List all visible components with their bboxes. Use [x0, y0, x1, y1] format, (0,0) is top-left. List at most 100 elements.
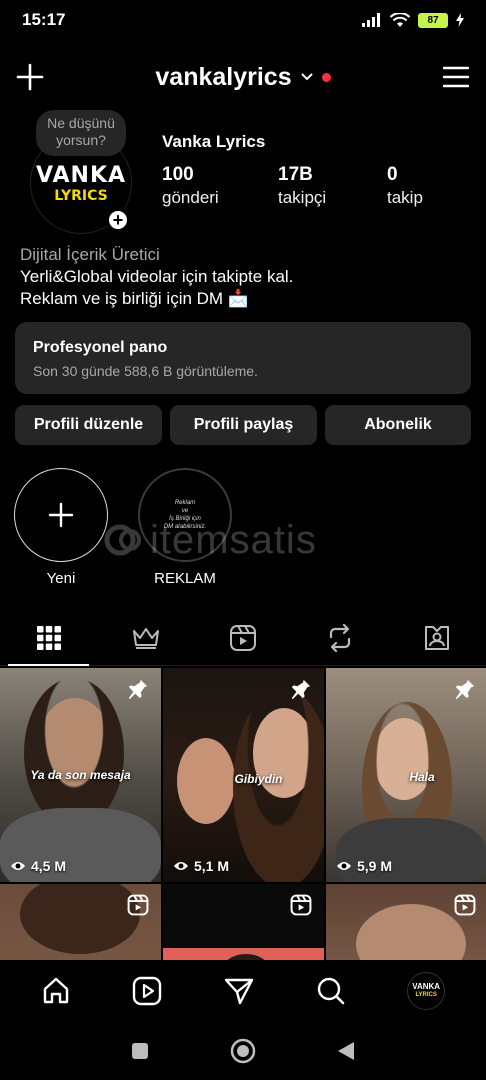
username: vankalyrics — [155, 62, 292, 91]
posts-count: 100 — [162, 164, 194, 185]
notification-dot — [321, 72, 331, 82]
watermark-text: itemsatis — [150, 517, 317, 562]
recents-icon[interactable] — [130, 1041, 150, 1061]
subscription-button[interactable]: Abonelik — [325, 405, 471, 445]
bio-line: Reklam ve iş birliği için DM 📩 — [20, 289, 249, 308]
category-label: Dijital İçerik Üretici — [20, 245, 160, 264]
avatar-logo-line2: LYRICS — [54, 187, 108, 204]
eye-icon — [337, 862, 351, 870]
grid-icon — [36, 625, 61, 650]
bio: Dijital İçerik Üretici Yerli&Global vide… — [20, 244, 470, 310]
dashboard-subtitle: Son 30 günde 588,6 B görüntüleme. — [33, 363, 258, 379]
thumbnail-image — [356, 904, 466, 960]
pin-icon — [128, 679, 148, 700]
create-plus-icon[interactable] — [16, 63, 44, 91]
direct-message-icon[interactable] — [224, 976, 254, 1006]
signal-icon — [362, 13, 380, 27]
professional-dashboard[interactable]: Profesyonel pano Son 30 günde 588,6 B gö… — [15, 322, 471, 394]
eye-icon — [11, 862, 25, 870]
view-count-text: 5,1 M — [194, 858, 230, 874]
pin-icon — [455, 679, 475, 700]
view-count-text: 5,9 M — [357, 858, 393, 874]
tab-subscriptions[interactable] — [97, 610, 194, 665]
profile-actions: Profili düzenle Profili paylaş Abonelik — [15, 405, 471, 445]
tab-reposts[interactable] — [292, 610, 389, 665]
following-label: takip — [387, 188, 423, 207]
chevron-down-icon — [300, 73, 313, 81]
crown-icon — [132, 627, 159, 649]
share-profile-button[interactable]: Profili paylaş — [170, 405, 317, 445]
repost-icon — [330, 623, 351, 652]
nav-avatar-line1: VANKA — [412, 982, 441, 991]
new-highlight-circle — [14, 468, 108, 562]
following-stat[interactable]: 0 takip — [387, 164, 467, 208]
charging-icon — [456, 13, 464, 27]
add-story-icon[interactable]: + — [106, 208, 130, 232]
bio-line: Yerli&Global videolar için takipte kal. — [20, 267, 294, 286]
display-name: Vanka Lyrics — [162, 132, 266, 151]
post-thumbnail[interactable] — [326, 884, 486, 960]
reel-icon — [127, 894, 149, 916]
post-caption: Hala — [409, 770, 435, 784]
tab-tagged[interactable] — [389, 610, 486, 665]
view-count-text: 4,5 M — [31, 858, 67, 874]
status-icons: 87 — [362, 12, 464, 28]
highlight-label: REKLAM — [154, 570, 216, 587]
status-time: 15:17 — [22, 10, 66, 29]
profile-header: vankalyrics — [0, 56, 486, 98]
posts-label: gönderi — [162, 188, 219, 207]
posts-grid: Ya da son mesaja 4,5 M Gibiydin 5,1 M Ha… — [0, 668, 486, 960]
dashboard-title: Profesyonel pano — [33, 339, 168, 356]
bottom-navigation: VANKA LYRICS — [0, 960, 486, 1022]
tab-posts[interactable] — [0, 610, 97, 666]
view-count: 5,9 M — [336, 858, 392, 874]
tab-reels[interactable] — [194, 610, 291, 665]
back-icon[interactable] — [336, 1040, 356, 1062]
content-tabs — [0, 610, 486, 666]
view-count: 5,1 M — [173, 858, 229, 874]
reel-icon — [454, 894, 476, 916]
followers-stat[interactable]: 17B takipçi — [278, 164, 387, 208]
post-thumbnail[interactable] — [163, 884, 324, 960]
post-thumbnail[interactable]: Gibiydin 5,1 M — [163, 668, 324, 882]
profile-nav-avatar[interactable]: VANKA LYRICS — [407, 972, 446, 1010]
thumbnail-image — [20, 884, 140, 954]
thumbnail-image — [24, 678, 124, 828]
watermark: itemsatis — [104, 518, 386, 562]
posts-stat[interactable]: 100 gönderi — [162, 164, 278, 208]
status-bar: 15:17 87 — [0, 0, 486, 40]
search-icon[interactable] — [316, 976, 346, 1006]
edit-profile-button[interactable]: Profili düzenle — [15, 405, 162, 445]
post-thumbnail[interactable] — [0, 884, 161, 960]
home-icon[interactable] — [41, 976, 71, 1006]
view-count: 4,5 M — [10, 858, 66, 874]
home-button-icon[interactable] — [230, 1038, 256, 1064]
cover-text: ve — [181, 508, 189, 514]
following-count: 0 — [387, 164, 398, 185]
system-navigation — [0, 1022, 486, 1080]
post-thumbnail[interactable]: Hala 5,9 M — [326, 668, 486, 882]
menu-icon[interactable] — [442, 65, 470, 89]
wifi-icon — [390, 12, 410, 27]
pin-icon — [291, 679, 311, 700]
tagged-icon — [425, 625, 450, 650]
reels-icon — [230, 624, 256, 651]
profile-stats: 100 gönderi 17B takipçi 0 takip — [162, 164, 467, 208]
post-caption: Ya da son mesaja — [30, 768, 131, 782]
highlight-label: Yeni — [46, 570, 76, 587]
account-switcher[interactable]: vankalyrics — [155, 62, 331, 92]
eye-icon — [174, 862, 188, 870]
followers-label: takipçi — [278, 188, 327, 207]
battery-icon: 87 — [418, 12, 448, 28]
reels-nav-icon[interactable] — [132, 976, 162, 1006]
reel-icon — [290, 894, 312, 916]
note-bubble[interactable]: Ne düşünü yorsun? — [36, 110, 126, 156]
watermark-logo-icon — [104, 524, 141, 556]
cover-text: Reklam — [174, 500, 196, 506]
plus-icon — [48, 502, 74, 528]
followers-count: 17B — [278, 164, 313, 185]
nav-avatar-line2: LYRICS — [415, 992, 437, 998]
avatar-logo-line1: VANKA — [35, 162, 127, 188]
post-thumbnail[interactable]: Ya da son mesaja 4,5 M — [0, 668, 161, 882]
highlight-new[interactable]: Yeni — [14, 468, 108, 587]
